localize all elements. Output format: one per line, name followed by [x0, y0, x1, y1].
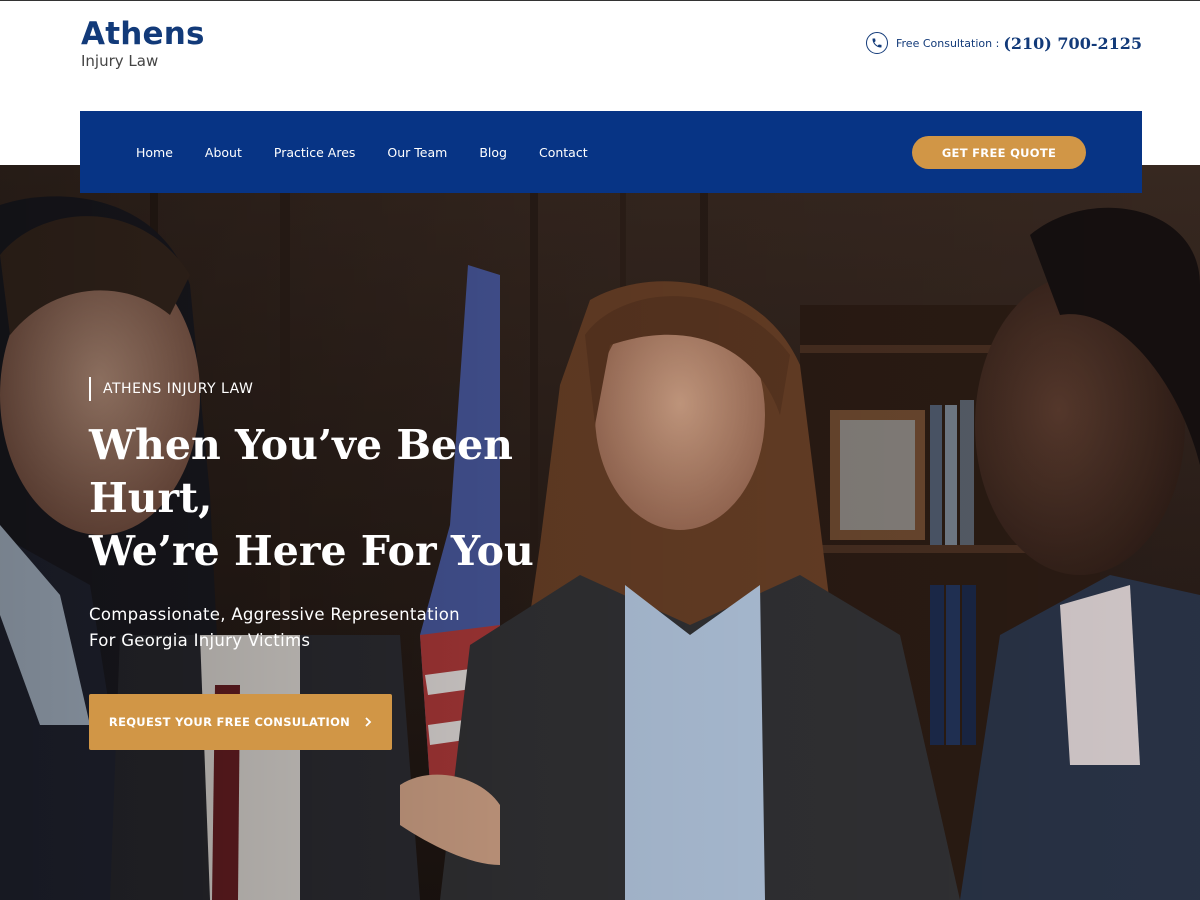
hero-headline-line-2: We’re Here For You: [89, 527, 534, 575]
chevron-right-icon: [364, 717, 372, 727]
nav-item-practice-areas[interactable]: Practice Ares: [274, 145, 356, 160]
hero-section: ATHENS INJURY LAW When You’ve Been Hurt,…: [0, 165, 1200, 900]
logo-subtitle: Injury Law: [81, 52, 159, 70]
free-consultation[interactable]: Free Consultation : (210) 700-2125: [866, 32, 1142, 54]
hero-headline: When You’ve Been Hurt, We’re Here For Yo…: [89, 419, 649, 578]
hero-subheadline: Compassionate, Aggressive Representation…: [89, 602, 509, 654]
request-consultation-button[interactable]: REQUEST YOUR FREE CONSULATION: [89, 694, 392, 750]
hero-eyebrow: ATHENS INJURY LAW: [89, 377, 649, 401]
nav-item-home[interactable]: Home: [136, 145, 173, 160]
nav-item-contact[interactable]: Contact: [539, 145, 588, 160]
consultation-label: Free Consultation :: [896, 36, 1000, 50]
hero-subheadline-line-2: For Georgia Injury Victims: [89, 631, 311, 650]
nav-links: Home About Practice Ares Our Team Blog C…: [136, 111, 620, 193]
main-navigation: Home About Practice Ares Our Team Blog C…: [80, 111, 1142, 193]
logo-title: Athens: [81, 16, 205, 52]
nav-item-our-team[interactable]: Our Team: [387, 145, 447, 160]
phone-number[interactable]: (210) 700-2125: [1003, 34, 1142, 53]
hero-headline-line-1: When You’ve Been Hurt,: [89, 421, 513, 522]
hero-content: ATHENS INJURY LAW When You’ve Been Hurt,…: [89, 377, 649, 750]
hero-subheadline-line-1: Compassionate, Aggressive Representation: [89, 605, 460, 624]
nav-item-blog[interactable]: Blog: [479, 145, 507, 160]
get-free-quote-button[interactable]: GET FREE QUOTE: [912, 136, 1086, 169]
nav-item-about[interactable]: About: [205, 145, 242, 160]
phone-icon: [866, 32, 888, 54]
site-logo[interactable]: Athens Injury Law: [81, 17, 205, 70]
request-consultation-label: REQUEST YOUR FREE CONSULATION: [108, 715, 351, 729]
